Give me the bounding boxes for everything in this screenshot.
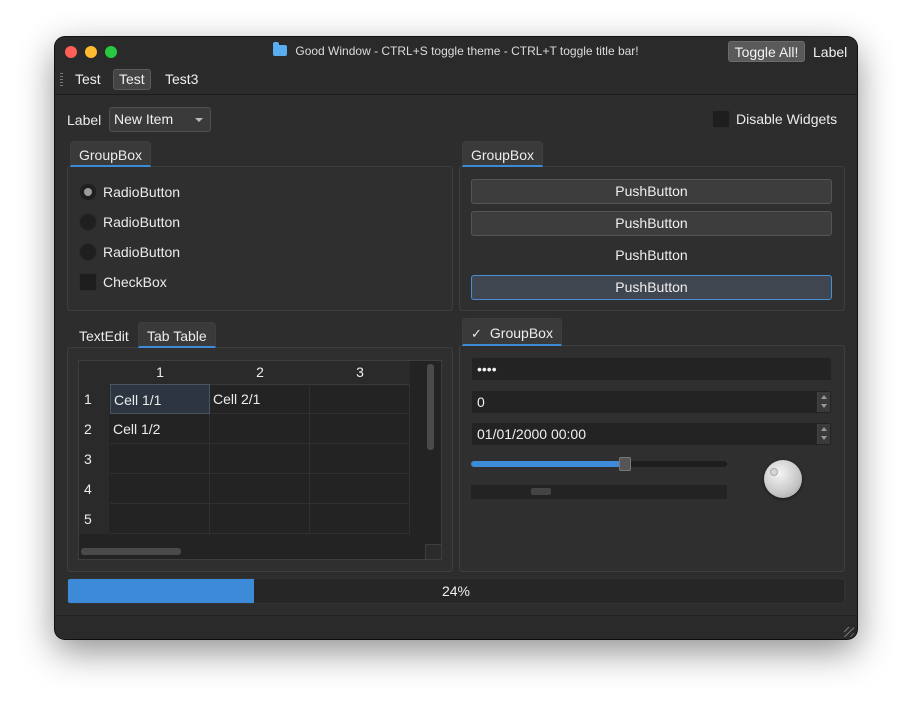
table-corner	[79, 361, 110, 385]
radio-button-2[interactable]	[79, 213, 97, 231]
vertical-scrollbar[interactable]	[427, 364, 434, 450]
table-cell-1-2[interactable]: Cell 1/2	[110, 414, 210, 444]
scroll-bar-handle[interactable]	[531, 488, 551, 495]
horizontal-scroll-bar[interactable]	[471, 485, 727, 499]
column-header-2[interactable]: 2	[210, 361, 310, 385]
spin-box[interactable]: 0	[471, 390, 832, 414]
table-cell-3-5[interactable]	[310, 504, 410, 534]
chevron-down-icon	[195, 118, 203, 122]
radio-label-1[interactable]: RadioButton	[103, 184, 180, 200]
slider-handle[interactable]	[618, 457, 631, 471]
progress-text: 24%	[441, 583, 471, 599]
column-header-1[interactable]: 1	[110, 361, 210, 385]
radio-label-2[interactable]: RadioButton	[103, 214, 180, 230]
menu-item-test3[interactable]: Test3	[160, 69, 203, 90]
table-cell-2-5[interactable]	[210, 504, 310, 534]
row-header-4[interactable]: 4	[79, 474, 109, 504]
title-bar[interactable]: Good Window - CTRL+S toggle theme - CTRL…	[55, 37, 857, 68]
checkbox[interactable]	[79, 273, 97, 291]
scroll-corner	[425, 544, 441, 559]
spin-arrows-icon[interactable]	[817, 392, 830, 412]
combo-value: New Item	[114, 111, 174, 127]
table-cell-3-2[interactable]	[310, 414, 410, 444]
form-label: Label	[67, 112, 102, 128]
data-table[interactable]: 1 2 3 1 Cell 1/1 Cell 2/1 2 Cell 1/2 3 4…	[78, 360, 442, 560]
table-cell-3-3[interactable]	[310, 444, 410, 474]
dial-indicator	[770, 468, 778, 476]
table-cell-3-4[interactable]	[310, 474, 410, 504]
datetime-edit[interactable]: 01/01/2000 00:00	[471, 422, 832, 446]
table-cell-2-1[interactable]: Cell 2/1	[210, 384, 310, 414]
main-window: Good Window - CTRL+S toggle theme - CTRL…	[55, 37, 857, 639]
button-group-title: GroupBox	[462, 141, 544, 167]
row-header-1[interactable]: 1	[79, 384, 109, 414]
datetime-value: 01/01/2000 00:00	[477, 426, 586, 442]
table-cell-1-5[interactable]	[110, 504, 210, 534]
menu-item-test-1[interactable]: Test	[70, 69, 106, 90]
radio-button-3[interactable]	[79, 243, 97, 261]
table-cell-1-1[interactable]: Cell 1/1	[110, 384, 210, 414]
radio-group-title: GroupBox	[70, 141, 152, 167]
toggle-all-button[interactable]: Toggle All!	[728, 41, 805, 62]
menu-item-test-2[interactable]: Test	[113, 69, 151, 90]
dial-knob[interactable]	[764, 460, 802, 498]
slider-fill	[471, 461, 625, 467]
titlebar-label: Label	[813, 44, 848, 60]
status-bar	[55, 615, 857, 639]
datetime-arrows-icon[interactable]	[817, 424, 830, 444]
table-cell-2-3[interactable]	[210, 444, 310, 474]
row-header-5[interactable]: 5	[79, 504, 109, 534]
table-cell-2-4[interactable]	[210, 474, 310, 504]
column-header-3[interactable]: 3	[310, 361, 410, 385]
table-cell-1-4[interactable]	[110, 474, 210, 504]
item-combo-box[interactable]: New Item	[109, 107, 211, 132]
disable-widgets-checkbox[interactable]	[712, 110, 730, 128]
radio-label-3[interactable]: RadioButton	[103, 244, 180, 260]
checkable-group-title-tab[interactable]: ✓ GroupBox	[462, 318, 562, 346]
folder-icon	[273, 42, 288, 56]
tab-textedit[interactable]: TextEdit	[70, 322, 138, 348]
horizontal-scrollbar[interactable]	[81, 548, 181, 555]
row-header-3[interactable]: 3	[79, 444, 109, 474]
table-cell-1-3[interactable]	[110, 444, 210, 474]
checkable-group-title: GroupBox	[489, 325, 553, 341]
progress-bar: 24%	[67, 578, 845, 604]
password-field[interactable]: ••••	[471, 357, 832, 381]
resize-grip-icon[interactable]	[844, 627, 854, 637]
checkmark-icon[interactable]: ✓	[471, 326, 482, 341]
slider-track[interactable]	[471, 457, 727, 471]
toolbar-grip-icon[interactable]	[60, 73, 63, 88]
push-button-1[interactable]: PushButton	[471, 179, 832, 204]
push-button-4[interactable]: PushButton	[471, 275, 832, 300]
push-button-3[interactable]: PushButton	[471, 243, 832, 268]
checkbox-label[interactable]: CheckBox	[103, 274, 167, 290]
window-title: Good Window - CTRL+S toggle theme - CTRL…	[295, 44, 639, 58]
table-cell-2-2[interactable]	[210, 414, 310, 444]
menu-bar: Test Test Test3	[55, 67, 857, 95]
row-header-2[interactable]: 2	[79, 414, 109, 444]
push-button-2[interactable]: PushButton	[471, 211, 832, 236]
spin-value: 0	[477, 394, 485, 410]
tab-table[interactable]: Tab Table	[138, 322, 216, 348]
table-cell-3-1[interactable]	[310, 384, 410, 414]
radio-button-1[interactable]	[79, 183, 97, 201]
disable-widgets-label[interactable]: Disable Widgets	[736, 111, 837, 127]
